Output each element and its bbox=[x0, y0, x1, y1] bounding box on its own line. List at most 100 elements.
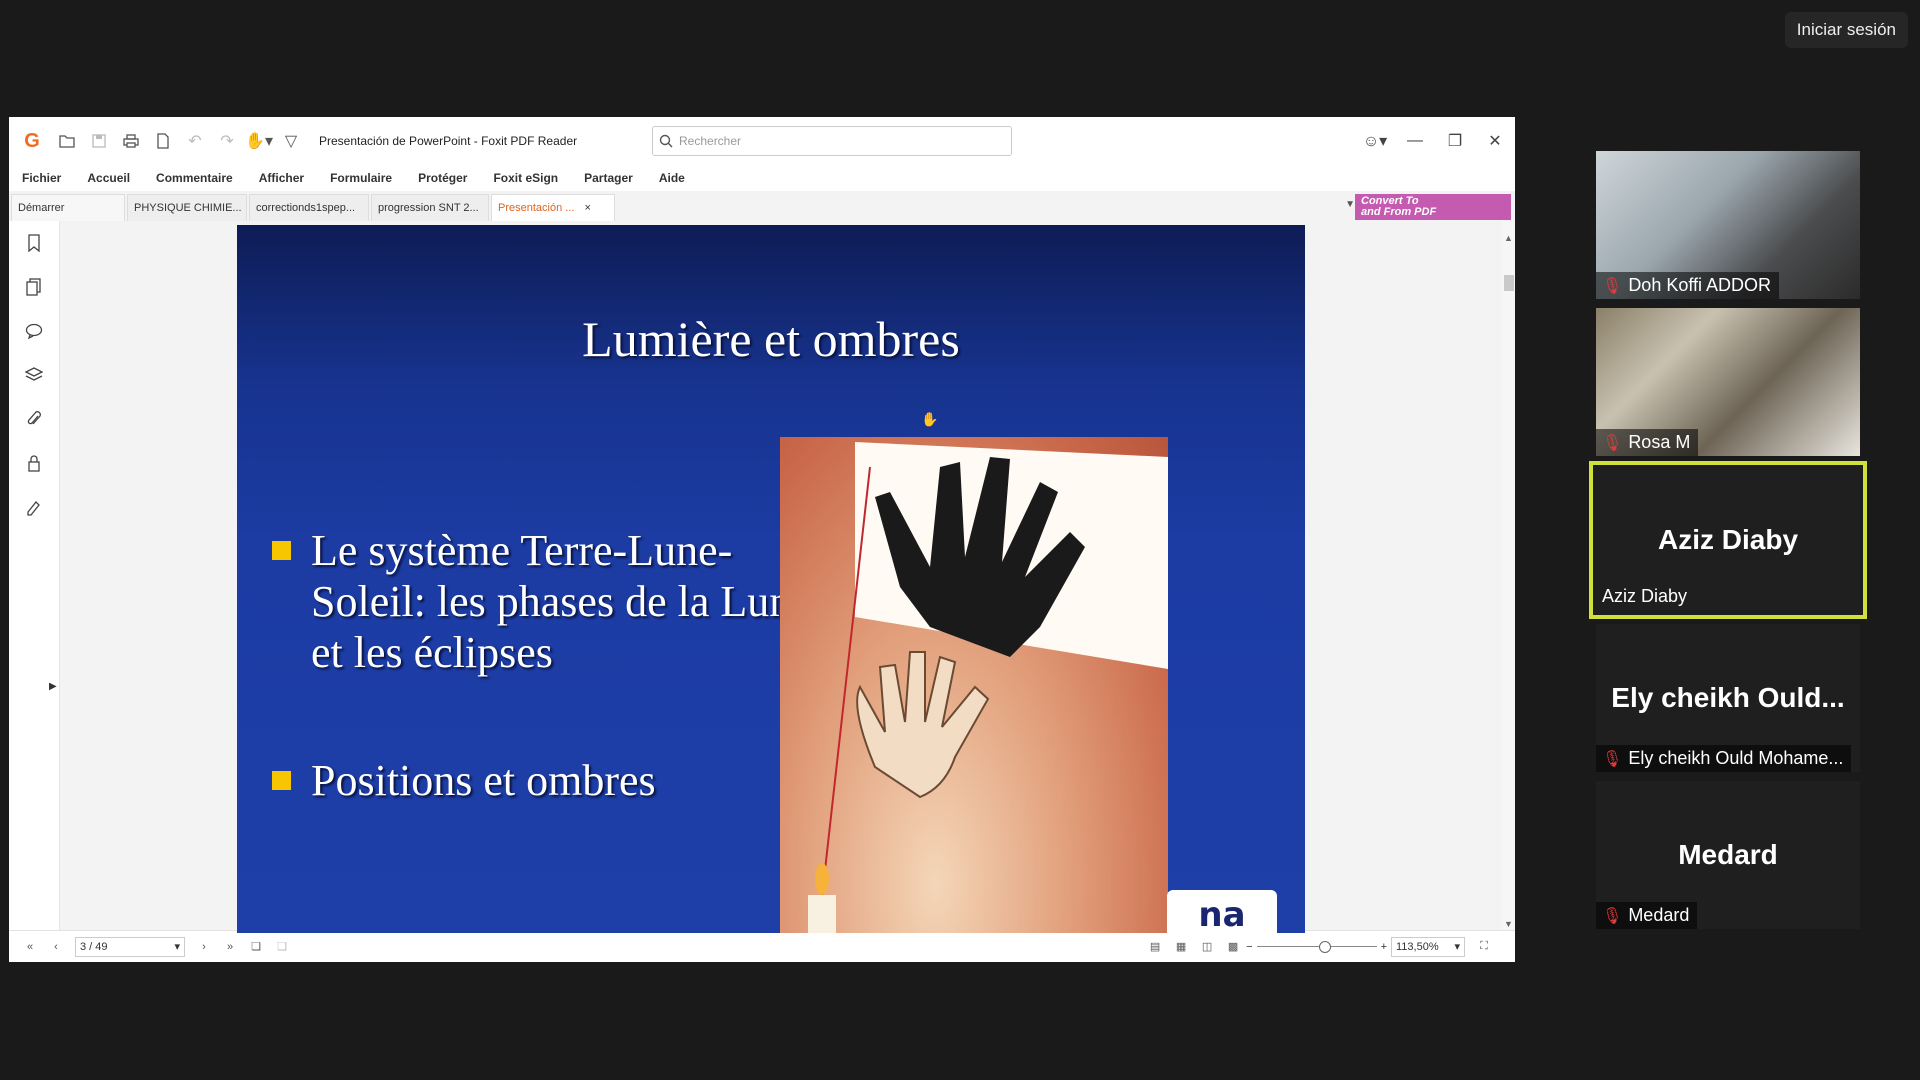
participant-name: Aziz Diaby bbox=[1602, 586, 1688, 606]
single-page-view-icon[interactable]: ▤ bbox=[1142, 934, 1168, 960]
participant-tile-ely-cheikh[interactable]: Ely cheikh Ould... 🎙 Ely cheikh Ould Moh… bbox=[1596, 624, 1860, 772]
zoom-slider-knob[interactable] bbox=[1318, 941, 1331, 953]
signature-icon[interactable] bbox=[9, 485, 59, 529]
scroll-thumb[interactable] bbox=[1504, 275, 1514, 291]
continuous-facing-view-icon[interactable]: ▩ bbox=[1220, 934, 1246, 960]
menu-fichier[interactable]: Fichier bbox=[9, 171, 74, 185]
scroll-up-icon[interactable]: ▲ bbox=[1504, 233, 1513, 243]
participant-tile-doh-koffi[interactable]: 🎙 Doh Koffi ADDOR bbox=[1596, 151, 1860, 299]
comments-icon[interactable] bbox=[9, 309, 59, 353]
quick-access-toolbar: ↶ ↷ ✋▾ ▽ bbox=[53, 127, 305, 155]
vertical-scrollbar[interactable]: ▲ ▼ bbox=[1502, 221, 1515, 931]
tab-label: Presentación ... bbox=[498, 202, 575, 214]
presentation-slide: Lumière et ombres Le système Terre-Lune-… bbox=[237, 225, 1305, 933]
bullet-text: Le système Terre-Lune-Soleil: les phases… bbox=[311, 526, 811, 677]
participant-name: Rosa M bbox=[1628, 432, 1691, 452]
slide-bullet-2: Positions et ombres bbox=[272, 755, 656, 806]
page-number-value: 3 / 49 bbox=[80, 940, 108, 953]
tab-progression-snt[interactable]: progression SNT 2... bbox=[371, 194, 489, 221]
bullet-text: Positions et ombres bbox=[311, 756, 656, 805]
security-lock-icon[interactable] bbox=[9, 441, 59, 485]
tab-close-icon[interactable]: × bbox=[584, 202, 590, 214]
expand-panel-icon[interactable]: ▶ bbox=[49, 681, 57, 692]
participant-big-name: Ely cheikh Ould... bbox=[1611, 682, 1845, 713]
page-dropdown-icon[interactable]: ▾ bbox=[174, 940, 180, 953]
zoom-level-value: 113,50% bbox=[1396, 940, 1439, 953]
print-icon[interactable] bbox=[117, 127, 145, 155]
left-nav-panel: ▶ bbox=[9, 221, 60, 931]
save-icon[interactable] bbox=[85, 127, 113, 155]
document-tab-bar: Démarrer PHYSIQUE CHIMIE... correctionds… bbox=[9, 191, 1515, 221]
pages-icon[interactable] bbox=[9, 265, 59, 309]
page-number-field[interactable]: 3 / 49 ▾ bbox=[75, 936, 185, 957]
title-bar: G ↶ ↷ ✋▾ ▽ Presentación de PowerPoint - … bbox=[9, 117, 1515, 165]
zoom-level-field[interactable]: 113,50% ▾ bbox=[1391, 936, 1465, 957]
next-page-icon[interactable]: › bbox=[191, 934, 217, 960]
menu-formulaire[interactable]: Formulaire bbox=[317, 171, 405, 185]
muted-mic-icon: 🎙 bbox=[1602, 434, 1623, 452]
account-icon[interactable]: ☺▾ bbox=[1355, 121, 1395, 161]
menu-afficher[interactable]: Afficher bbox=[246, 171, 317, 185]
participant-name: Ely cheikh Ould Mohame... bbox=[1628, 748, 1844, 768]
menu-accueil[interactable]: Accueil bbox=[74, 171, 143, 185]
restore-icon[interactable]: ❐ bbox=[1435, 121, 1475, 161]
tab-presentacion[interactable]: Presentación ... × bbox=[491, 194, 615, 221]
undo-icon[interactable]: ↶ bbox=[181, 127, 209, 155]
create-pdf-icon[interactable] bbox=[149, 127, 177, 155]
zoom-slider[interactable] bbox=[1256, 941, 1377, 953]
facing-view-icon[interactable]: ◫ bbox=[1194, 934, 1220, 960]
tab-label: PHYSIQUE CHIMIE... bbox=[134, 202, 242, 214]
hand-cursor-icon: ✋ bbox=[921, 413, 939, 428]
tab-demarrer[interactable]: Démarrer bbox=[11, 194, 125, 221]
open-folder-icon[interactable] bbox=[53, 127, 81, 155]
layers-icon[interactable] bbox=[9, 353, 59, 397]
participant-tile-medard[interactable]: Medard 🎙 Medard bbox=[1596, 781, 1860, 929]
extract-page-icon[interactable]: ❏ bbox=[269, 934, 295, 960]
bookmark-icon[interactable] bbox=[9, 221, 59, 265]
zoom-dropdown-icon[interactable]: ▾ bbox=[1454, 940, 1460, 953]
scroll-down-icon[interactable]: ▼ bbox=[1504, 919, 1513, 929]
tab-correctionds[interactable]: correctionds1spep... bbox=[249, 194, 369, 221]
participant-tile-aziz-diaby[interactable]: Aziz Diaby Aziz Diaby bbox=[1589, 461, 1867, 619]
window-title: Presentación de PowerPoint - Foxit PDF R… bbox=[319, 134, 578, 148]
tab-list-dropdown-icon[interactable]: ▼ bbox=[1345, 199, 1355, 210]
zoom-out-icon[interactable]: − bbox=[1246, 941, 1252, 953]
slide-logo: na bbox=[1167, 890, 1277, 933]
first-page-icon[interactable]: « bbox=[17, 934, 43, 960]
last-page-icon[interactable]: » bbox=[217, 934, 243, 960]
redo-icon[interactable]: ↷ bbox=[213, 127, 241, 155]
participant-name-label: 🎙 Doh Koffi ADDOR bbox=[1596, 272, 1780, 299]
menu-foxit-esign[interactable]: Foxit eSign bbox=[480, 171, 571, 185]
tab-physique-chimie[interactable]: PHYSIQUE CHIMIE... bbox=[127, 194, 247, 221]
menu-partager[interactable]: Partager bbox=[571, 171, 646, 185]
participant-big-name: Medard bbox=[1678, 839, 1778, 870]
prev-page-icon[interactable]: ‹ bbox=[43, 934, 69, 960]
search-placeholder: Rechercher bbox=[679, 134, 742, 148]
slide-title: Lumière et ombres bbox=[582, 311, 960, 367]
muted-mic-icon: 🎙 bbox=[1602, 277, 1623, 295]
foxit-logo-icon[interactable]: G bbox=[17, 126, 47, 156]
fullscreen-icon[interactable]: ⛶ bbox=[1471, 934, 1497, 960]
window-controls: ☺▾ — ❐ ✕ bbox=[1355, 117, 1515, 165]
bullet-square-icon bbox=[272, 541, 291, 560]
participant-name-label: Aziz Diaby bbox=[1596, 583, 1695, 610]
slide-bullet-1: Le système Terre-Lune-Soleil: les phases… bbox=[272, 525, 832, 678]
minimize-icon[interactable]: — bbox=[1395, 121, 1435, 161]
signin-button[interactable]: Iniciar sesión bbox=[1784, 12, 1908, 48]
attachment-icon[interactable] bbox=[9, 397, 59, 441]
close-icon[interactable]: ✕ bbox=[1475, 121, 1515, 161]
menu-commentaire[interactable]: Commentaire bbox=[143, 171, 246, 185]
hand-tool-icon[interactable]: ✋▾ bbox=[245, 127, 273, 155]
convert-pdf-banner[interactable]: Convert To and From PDF bbox=[1355, 194, 1511, 220]
menu-aide[interactable]: Aide bbox=[646, 171, 698, 185]
zoom-in-icon[interactable]: + bbox=[1381, 941, 1387, 953]
tab-label: correctionds1spep... bbox=[256, 202, 356, 214]
search-box[interactable]: Rechercher bbox=[652, 126, 1012, 156]
rotate-view-icon[interactable]: ❏ bbox=[243, 934, 269, 960]
menu-proteger[interactable]: Protéger bbox=[405, 171, 480, 185]
muted-mic-icon: 🎙 bbox=[1602, 907, 1623, 925]
participant-name: Doh Koffi ADDOR bbox=[1628, 275, 1772, 295]
continuous-view-icon[interactable]: ▦ bbox=[1168, 934, 1194, 960]
participant-tile-rosa-m[interactable]: 🎙 Rosa M bbox=[1596, 308, 1860, 456]
customize-toolbar-icon[interactable]: ▽ bbox=[277, 127, 305, 155]
